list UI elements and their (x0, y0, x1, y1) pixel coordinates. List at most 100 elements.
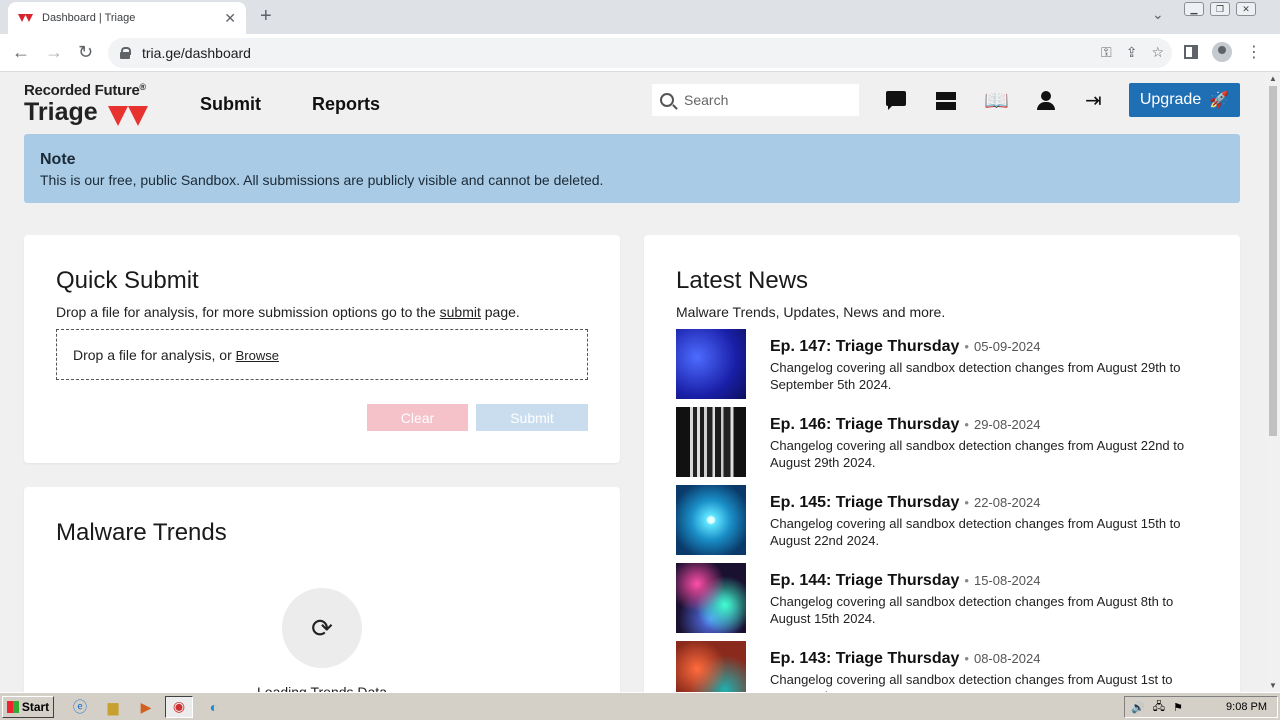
action-center-flag-icon[interactable]: ⚑ (1173, 701, 1183, 714)
news-thumbnail[interactable] (676, 563, 746, 633)
rocket-icon: 🚀 (1209, 92, 1230, 109)
news-body: Changelog covering all sandbox detection… (770, 360, 1181, 392)
notice-title: Note (40, 151, 76, 168)
news-thumbnail[interactable] (676, 329, 746, 399)
back-icon[interactable]: ← (12, 42, 30, 63)
share-icon[interactable]: ⇪ (1126, 44, 1138, 61)
book-icon[interactable]: 📖 (984, 90, 1009, 112)
search-box[interactable] (652, 84, 859, 116)
user-icon[interactable] (1035, 90, 1057, 112)
news-title[interactable]: Ep. 145: Triage Thursday (770, 494, 959, 511)
clear-button[interactable]: Clear (367, 404, 468, 431)
news-date: 15-08-2024 (973, 573, 1041, 588)
news-date: 05-09-2024 (973, 339, 1041, 354)
lock-icon[interactable] (120, 47, 131, 59)
submit-button[interactable]: Submit (476, 404, 588, 431)
edge-icon[interactable]: ◐ (204, 698, 224, 716)
url-text[interactable]: tria.ge/dashboard (142, 45, 251, 61)
chrome-taskbar-icon[interactable]: ◉ (165, 696, 193, 718)
key-icon[interactable]: ⚿ (1101, 44, 1112, 61)
window-controls: ▁ ❐ ✕ (1184, 2, 1256, 16)
profile-avatar-icon[interactable] (1212, 42, 1232, 62)
malware-trends-card: Malware Trends ⟳ Loading Trends Data (24, 487, 620, 692)
tab-search-chevron-icon[interactable]: ⌄ (1152, 6, 1164, 23)
brand-triage: Triage (24, 98, 98, 126)
latest-news-subtitle: Malware Trends, Updates, News and more. (676, 304, 946, 320)
browser-tab[interactable]: Dashboard | Triage ✕ (8, 2, 246, 34)
news-item[interactable]: Ep. 144: Triage Thursday • 15-08-2024 Chan… (676, 563, 1206, 633)
logout-icon[interactable]: ⇥ (1085, 90, 1107, 112)
server-icon[interactable] (935, 90, 957, 112)
quick-submit-title: Quick Submit (56, 267, 199, 294)
start-label: Start (21, 700, 50, 714)
restore-icon[interactable]: ❐ (1210, 2, 1230, 16)
triage-logo[interactable]: Recorded Future® Triage (24, 82, 150, 126)
windows-taskbar: Start ⓔ ▆ ▶ ◉ ◐ 🔊 🖧 ⚑ 9:08 PM (0, 692, 1280, 720)
tab-title: Dashboard | Triage (42, 12, 136, 24)
news-body: Changelog covering all sandbox detection… (770, 516, 1181, 548)
notice-banner: Note This is our free, public Sandbox. A… (24, 134, 1240, 203)
news-thumbnail[interactable] (676, 407, 746, 477)
file-drop-zone[interactable]: Drop a file for analysis, or Browse (56, 329, 588, 380)
close-tab-icon[interactable]: ✕ (224, 10, 236, 27)
news-item[interactable]: Ep. 147: Triage Thursday • 05-09-2024 Chan… (676, 329, 1206, 399)
window-close-icon[interactable]: ✕ (1236, 2, 1256, 16)
search-icon (660, 93, 674, 107)
news-item[interactable]: Ep. 145: Triage Thursday • 22-08-2024 Chan… (676, 485, 1206, 555)
news-item[interactable]: Ep. 146: Triage Thursday • 29-08-2024 Chan… (676, 407, 1206, 477)
triage-favicon-icon (18, 12, 34, 24)
chat-icon[interactable] (885, 90, 907, 112)
submit-page-link[interactable]: submit (440, 304, 481, 320)
browser-toolbar-right: ⋮ (1184, 42, 1262, 62)
network-icon[interactable]: 🖧 (1153, 698, 1165, 717)
news-title[interactable]: Ep. 144: Triage Thursday (770, 572, 959, 589)
page-scrollbar[interactable]: ▲ ▼ (1266, 72, 1280, 692)
start-button[interactable]: Start (2, 696, 54, 718)
minimize-icon[interactable]: ▁ (1184, 2, 1204, 16)
upgrade-label: Upgrade (1139, 91, 1202, 108)
internet-explorer-icon[interactable]: ⓔ (70, 698, 90, 716)
news-title[interactable]: Ep. 146: Triage Thursday (770, 416, 959, 433)
notice-text: This is our free, public Sandbox. All su… (40, 172, 604, 188)
loading-spinner-icon: ⟳ (282, 588, 362, 668)
volume-icon[interactable]: 🔊 (1131, 701, 1145, 714)
triage-mark-icon (108, 105, 150, 126)
news-date: 22-08-2024 (973, 495, 1041, 510)
clock[interactable]: 9:08 PM (1226, 701, 1267, 713)
page-viewport: Recorded Future® Triage Submit Reports 📖… (0, 72, 1266, 692)
address-bar[interactable]: tria.ge/dashboard ⚿ ⇪ ☆ (108, 38, 1172, 68)
loading-text: Loading Trends Data (257, 684, 387, 692)
malware-trends-title: Malware Trends (56, 519, 227, 546)
scroll-down-icon[interactable]: ▼ (1269, 681, 1277, 690)
new-tab-button[interactable]: + (260, 5, 272, 28)
news-thumbnail[interactable] (676, 641, 746, 692)
news-title[interactable]: Ep. 147: Triage Thursday (770, 338, 959, 355)
windows-logo-icon (6, 701, 19, 713)
side-panel-icon[interactable] (1184, 45, 1198, 59)
anyrun-watermark: ANY▷RUN (1040, 684, 1256, 692)
file-explorer-icon[interactable]: ▆ (103, 698, 123, 716)
scroll-up-icon[interactable]: ▲ (1269, 74, 1277, 83)
news-date: 08-08-2024 (973, 651, 1041, 666)
nav-submit[interactable]: Submit (200, 94, 261, 115)
latest-news-title: Latest News (676, 267, 809, 294)
news-thumbnail[interactable] (676, 485, 746, 555)
system-tray: 🔊 🖧 ⚑ 9:08 PM (1124, 696, 1278, 718)
upgrade-button[interactable]: Upgrade 🚀 (1129, 83, 1240, 117)
browser-tab-strip: Dashboard | Triage ✕ + ⌄ ▁ ❐ ✕ (0, 0, 1280, 34)
nav-reports[interactable]: Reports (312, 94, 380, 115)
forward-icon[interactable]: → (45, 42, 63, 63)
scrollbar-thumb[interactable] (1269, 86, 1277, 436)
news-body: Changelog covering all sandbox detection… (770, 594, 1174, 626)
news-title[interactable]: Ep. 143: Triage Thursday (770, 650, 959, 667)
media-player-icon[interactable]: ▶ (136, 698, 156, 716)
quick-submit-card: Quick Submit Drop a file for analysis, f… (24, 235, 620, 463)
bookmark-star-icon[interactable]: ☆ (1151, 44, 1164, 61)
browser-menu-icon[interactable]: ⋮ (1246, 42, 1262, 62)
news-body: Changelog covering all sandbox detection… (770, 438, 1185, 470)
search-input[interactable] (684, 92, 844, 108)
browser-toolbar: ← → ↻ tria.ge/dashboard ⚿ ⇪ ☆ (0, 34, 1280, 72)
reload-icon[interactable]: ↻ (78, 42, 93, 63)
browse-link[interactable]: Browse (236, 348, 279, 363)
latest-news-card: Latest News Malware Trends, Updates, New… (644, 235, 1240, 692)
